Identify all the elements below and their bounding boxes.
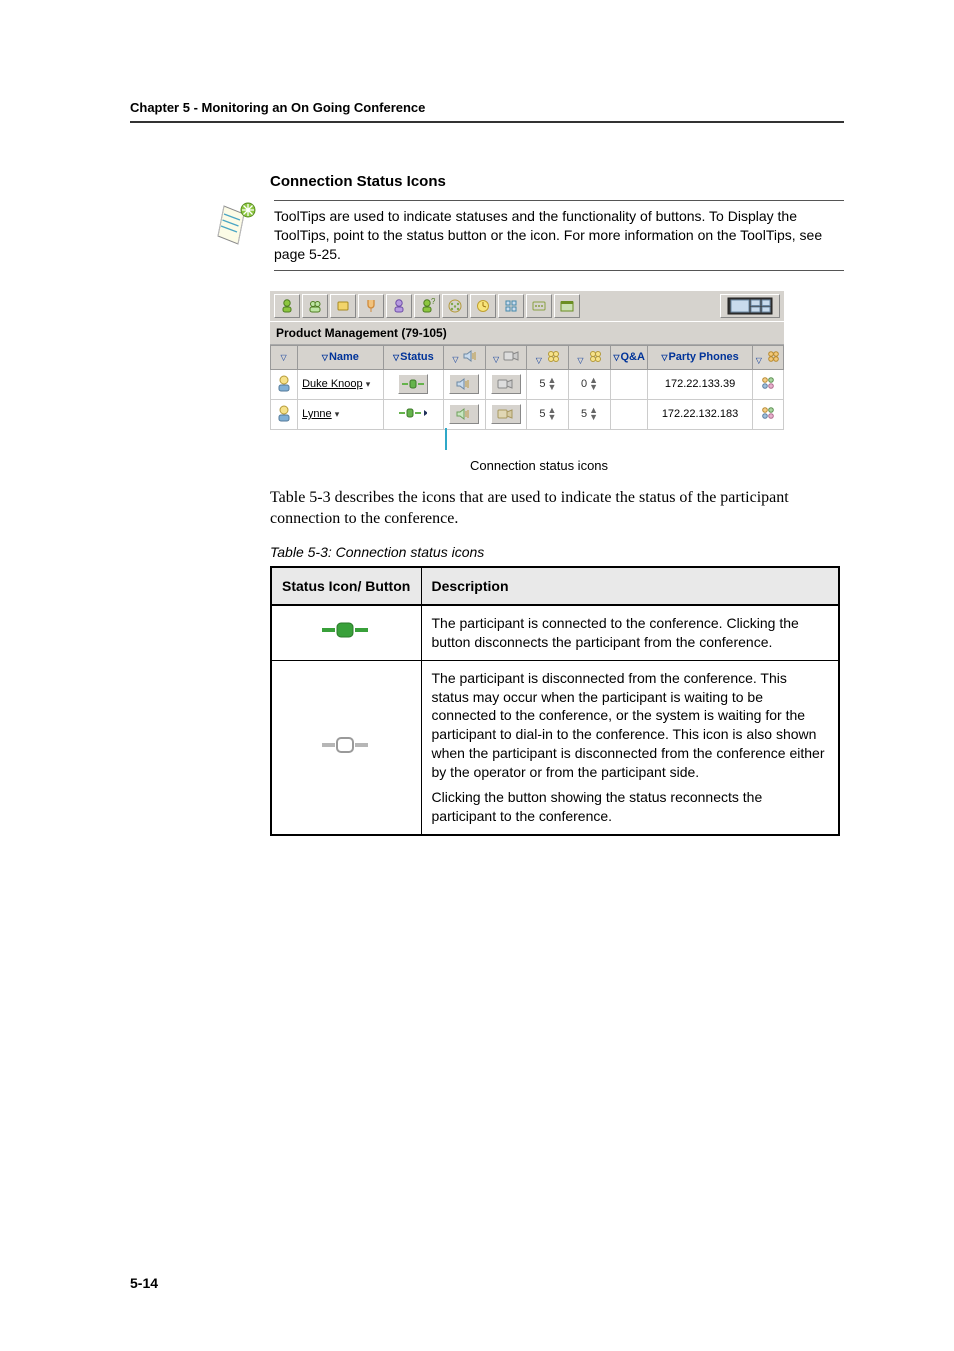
spin-value: 5	[581, 408, 587, 420]
toolbar-button-1[interactable]	[274, 294, 300, 318]
page-number: 5-14	[130, 1275, 158, 1291]
col-layout2-header[interactable]: ▽	[569, 345, 611, 369]
body-paragraph: Table 5-3 describes the icons that are u…	[270, 487, 844, 530]
table-row: Lynne ▾ 5▲▼ 5▲▼	[271, 399, 784, 429]
qa-cell	[610, 399, 648, 429]
disconnected-status-icon	[271, 660, 421, 835]
toolbar-button-4[interactable]	[358, 294, 384, 318]
col-qa-label: Q&A	[621, 351, 645, 363]
participant-name: Lynne	[302, 408, 332, 420]
col-status-header[interactable]: ▽Status	[383, 345, 443, 369]
toolbar-button-8[interactable]	[470, 294, 496, 318]
spin2-cell[interactable]: 0▲▼	[569, 369, 611, 399]
connected-status-icon	[271, 605, 421, 660]
col-sort-user[interactable]: ▽	[271, 345, 298, 369]
toolbar-button-3[interactable]	[330, 294, 356, 318]
participant-name-cell[interactable]: Lynne ▾	[298, 399, 384, 429]
col-partyphones-header[interactable]: ▽Party Phones	[648, 345, 752, 369]
audio-cell[interactable]	[444, 399, 486, 429]
desc-paragraph: Clicking the button showing the status r…	[432, 788, 829, 826]
note-paper-icon	[210, 200, 260, 255]
col-end-header[interactable]: ▽	[752, 345, 783, 369]
desc-head-col1: Status Icon/ Button	[271, 567, 421, 605]
end-icon-cell[interactable]	[752, 369, 783, 399]
header-rule	[130, 121, 844, 123]
participants-table: ▽ ▽Name ▽Status ▽ ▽ ▽ ▽	[270, 345, 784, 430]
col-qa-header[interactable]: ▽Q&A	[610, 345, 648, 369]
toolbar-button-9[interactable]	[498, 294, 524, 318]
spin-value: 0	[581, 378, 587, 390]
party-phone-cell: 172.22.132.183	[648, 399, 752, 429]
conference-title: Product Management (79-105)	[270, 322, 784, 345]
col-layout1-header[interactable]: ▽	[527, 345, 569, 369]
participant-name-cell[interactable]: Duke Knoop ▾	[298, 369, 384, 399]
video-cell[interactable]	[485, 369, 527, 399]
toolbar-video-layout[interactable]	[720, 294, 780, 318]
table-row: Duke Knoop ▾ 5▲▼ 0▲▼	[271, 369, 784, 399]
spin-value: 5	[539, 408, 545, 420]
desc-text: The participant is connected to the conf…	[421, 605, 839, 660]
video-cell[interactable]	[485, 399, 527, 429]
toolbar-button-5[interactable]	[386, 294, 412, 318]
figure-caption: Connection status icons	[470, 458, 844, 473]
status-connected-icon[interactable]	[399, 407, 427, 419]
toolbar-button-2[interactable]	[302, 294, 328, 318]
figure-screenshot: ?	[270, 291, 784, 430]
user-head-icon	[276, 404, 292, 422]
col-status-label: Status	[400, 351, 434, 363]
audio-cell[interactable]	[444, 369, 486, 399]
toolbar-button-11[interactable]	[554, 294, 580, 318]
col-name-header[interactable]: ▽Name	[298, 345, 384, 369]
spin2-cell[interactable]: 5▲▼	[569, 399, 611, 429]
spin1-cell[interactable]: 5▲▼	[527, 399, 569, 429]
user-icon-cell	[271, 369, 298, 399]
status-connected-icon[interactable]	[398, 374, 428, 394]
party-phone-cell: 172.22.133.39	[648, 369, 752, 399]
status-cell[interactable]	[383, 399, 443, 429]
status-cell[interactable]	[383, 369, 443, 399]
description-table: Status Icon/ Button Description The part…	[270, 566, 840, 836]
spin1-cell[interactable]: 5▲▼	[527, 369, 569, 399]
toolbar-button-7[interactable]	[442, 294, 468, 318]
table-title: Table 5-3: Connection status icons	[270, 544, 844, 560]
qa-cell	[610, 369, 648, 399]
note-text: ToolTips are used to indicate statuses a…	[274, 200, 844, 271]
desc-row: The participant is disconnected from the…	[271, 660, 839, 835]
toolbar: ?	[270, 291, 784, 322]
spin-value: 5	[539, 378, 545, 390]
desc-row: The participant is connected to the conf…	[271, 605, 839, 660]
end-icon-cell[interactable]	[752, 399, 783, 429]
col-pp-label: Party Phones	[668, 351, 738, 363]
toolbar-button-6[interactable]: ?	[414, 294, 440, 318]
desc-head-col2: Description	[421, 567, 839, 605]
callout-line	[445, 428, 447, 450]
table-header-row: ▽ ▽Name ▽Status ▽ ▽ ▽ ▽	[271, 345, 784, 369]
chapter-header: Chapter 5 - Monitoring an On Going Confe…	[130, 100, 844, 115]
section-title: Connection Status Icons	[270, 173, 844, 190]
note-block: ToolTips are used to indicate statuses a…	[210, 200, 844, 271]
user-head-icon	[276, 374, 292, 392]
svg-text:?: ?	[431, 298, 435, 306]
col-audio-header[interactable]: ▽	[444, 345, 486, 369]
desc-paragraph: The participant is disconnected from the…	[432, 669, 829, 782]
col-video-header[interactable]: ▽	[485, 345, 527, 369]
desc-text: The participant is disconnected from the…	[421, 660, 839, 835]
col-name-label: Name	[329, 351, 359, 363]
user-icon-cell	[271, 399, 298, 429]
participant-name: Duke Knoop	[302, 378, 363, 390]
toolbar-button-10[interactable]	[526, 294, 552, 318]
